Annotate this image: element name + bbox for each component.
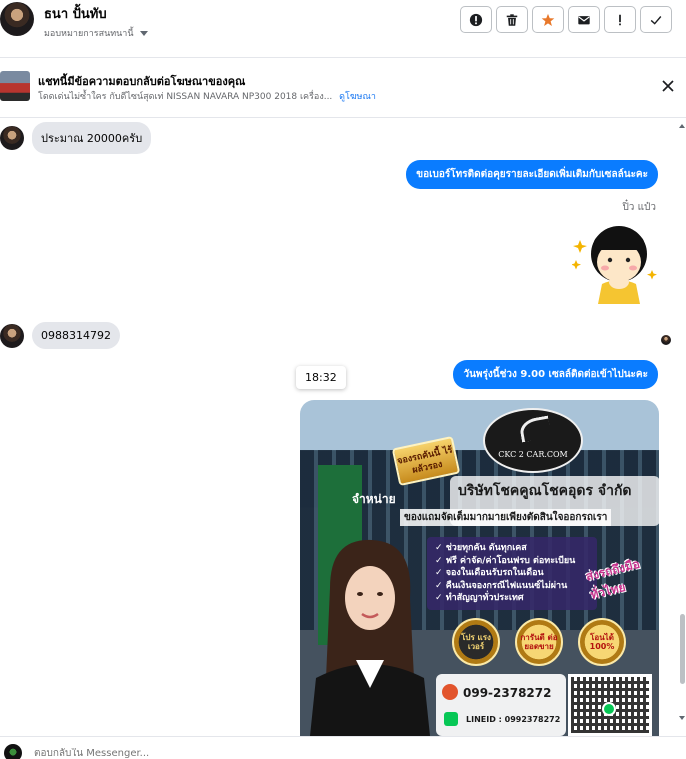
message-composer (0, 736, 686, 759)
contact-avatar[interactable] (0, 2, 34, 36)
message-bubble[interactable]: ประมาณ 20000ครับ (32, 122, 152, 154)
phone-number: 099-2378272 (463, 686, 552, 700)
benefit-item: ✓ คืนเงินจองกรณีไฟแนนซ์ไม่ผ่าน (435, 580, 568, 591)
mark-unread-button[interactable] (568, 6, 600, 33)
ad-description: โดดเด่นไม่ซ้ำใคร กับดีไซน์สุดเท่ NISSAN … (38, 92, 333, 102)
delete-button[interactable] (496, 6, 528, 33)
badge-coins: โปร แรง เวอร์ การันตี ต่อ ยอดขาย โอนได้ … (452, 618, 626, 666)
envelope-icon (578, 15, 590, 24)
alert-circle-icon (469, 13, 483, 26)
assign-label: มอบหมายการสนทนานี้ (44, 29, 134, 39)
follow-up-button[interactable] (604, 6, 636, 33)
guarantee-coin: การันตี ต่อ ยอดขาย (515, 618, 563, 666)
trash-icon (506, 13, 518, 26)
conversation-header: ธนา ปั้นทับ มอบหมายการสนทนานี้ (0, 0, 686, 58)
transfer-coin: โอนได้ 100% (578, 618, 626, 666)
assign-conversation-dropdown[interactable]: มอบหมายการสนทนานี้ (44, 26, 148, 40)
scroll-down-arrow-icon[interactable] (679, 716, 685, 720)
message-bubble[interactable]: วันพรุ่งนี้ช่วง 9.00 เซลล์ติดต่อเข้าไปนะ… (453, 360, 658, 389)
contact-card (436, 674, 566, 736)
scrollbar-thumb[interactable] (680, 614, 685, 684)
sender-name: ปิ๋ว แป๋ว (622, 202, 656, 213)
view-ad-link[interactable]: ดูโฆษณา (339, 92, 376, 102)
ad-image-attachment[interactable]: CKC 2 CAR.COM จองรถคันนี้ ไร้ผลัวรอง จำห… (300, 400, 659, 736)
distributor-label: จำหน่าย (352, 492, 396, 506)
close-icon[interactable] (660, 78, 676, 94)
brand-logo-text: CKC 2 CAR.COM (498, 450, 568, 459)
benefit-item: ✓ ทำสัญญาทั่วประเทศ (435, 593, 524, 603)
reply-input[interactable] (34, 748, 634, 759)
qr-line-logo-icon (602, 702, 616, 716)
check-icon (650, 15, 662, 25)
benefit-item: ✓ ช่วยทุกคัน ดันทุกเคส (435, 543, 527, 553)
page-avatar (4, 744, 22, 759)
ad-banner-subtitle: โดดเด่นไม่ซ้ำใคร กับดีไซน์สุดเท่ NISSAN … (38, 89, 376, 103)
line-app-icon (444, 712, 458, 726)
ad-reply-banner: แชทนี้มีข้อความตอบกลับต่อโฆษณาของคุณ โดด… (0, 58, 686, 118)
sales-person-photo (310, 539, 430, 736)
line-id: LINEID : 0992378272 (466, 715, 561, 724)
benefit-item: ✓ ฟรี ค่าจัด/ค่าโอนฟรบ ต่อทะเบียน (435, 555, 576, 566)
message-thread: ประมาณ 20000ครับ ขอเบอร์โทรติดต่อคุยรายล… (0, 118, 686, 736)
message-bubble[interactable]: ขอเบอร์โทรติดต่อคุยรายละเอียดเพิ่มเติมกั… (406, 160, 658, 189)
contact-avatar[interactable] (0, 126, 24, 150)
company-name: บริษัทโชคคูณโชคอุดร จำกัด (458, 483, 632, 499)
timestamp-tooltip: 18:32 (296, 366, 346, 389)
promo-coin: โปร แรง เวอร์ (452, 618, 500, 666)
done-button[interactable] (640, 6, 672, 33)
star-icon (541, 13, 555, 26)
message-row-incoming: ประมาณ 20000ครับ (0, 122, 152, 154)
contact-avatar[interactable] (0, 323, 24, 348)
caret-down-icon (139, 30, 148, 36)
benefit-item: ✓ จองในเดือนรับรถในเดือน (435, 568, 544, 578)
exclamation-icon (619, 14, 621, 25)
read-receipt-avatar (661, 335, 671, 345)
sticker-image[interactable] (572, 218, 658, 304)
company-tagline: ของแถมจัดเต็มมากมายเพียงตัดสินใจออกรถเรา (400, 509, 612, 526)
message-row-incoming: 0988314792 (0, 322, 120, 349)
ad-thumbnail (0, 71, 30, 101)
ad-banner-title: แชทนี้มีข้อความตอบกลับต่อโฆษณาของคุณ (38, 75, 246, 88)
star-button[interactable] (532, 6, 564, 33)
message-bubble[interactable]: 0988314792 (32, 322, 120, 349)
spam-button[interactable] (460, 6, 492, 33)
phone-icon (442, 684, 458, 700)
benefit-list: ✓ ช่วยทุกคัน ดันทุกเคส ✓ ฟรี ค่าจัด/ค่าโ… (427, 537, 597, 610)
contact-name[interactable]: ธนา ปั้นทับ (44, 3, 107, 24)
scroll-up-arrow-icon[interactable] (679, 124, 685, 128)
conversation-actions (460, 6, 672, 33)
